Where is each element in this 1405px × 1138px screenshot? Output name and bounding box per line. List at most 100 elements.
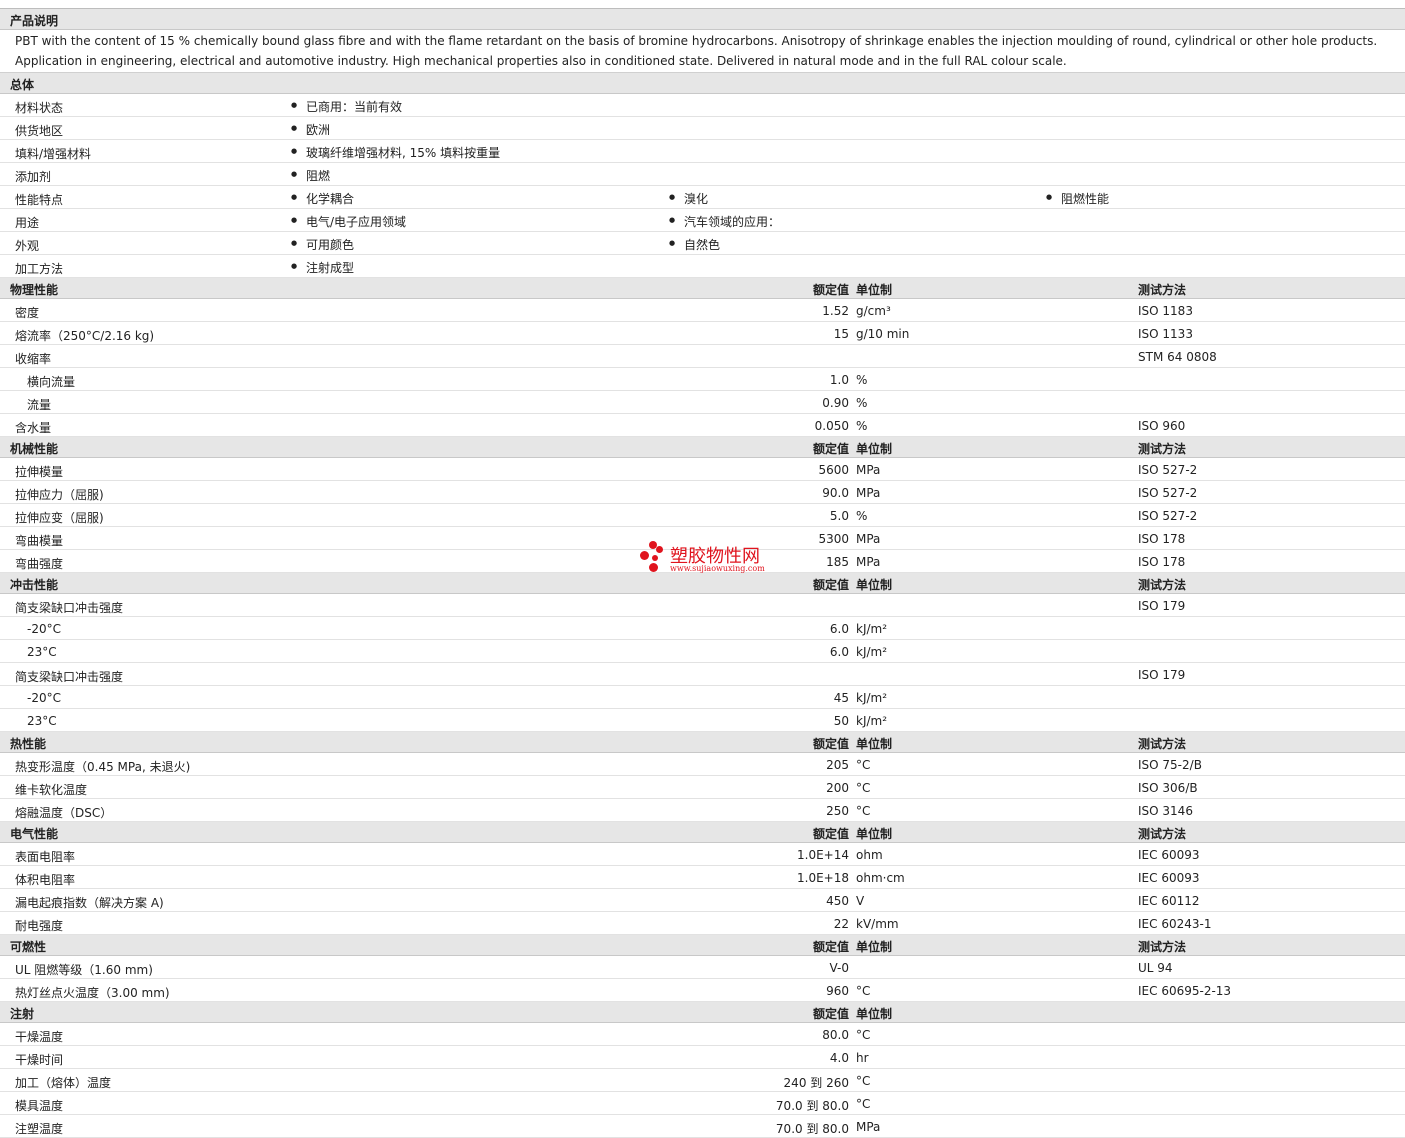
test-method: ISO 1183 bbox=[1138, 304, 1193, 318]
property-value: 960 bbox=[826, 984, 849, 998]
property-row: 表面电阻率 1.0E+14 ohm IEC 60093 bbox=[0, 843, 1405, 866]
property-value: 45 bbox=[833, 691, 849, 705]
property-row: 拉伸应力（屈服) 90.0 MPa ISO 527-2 bbox=[0, 481, 1405, 504]
section-header-description: 产品说明 bbox=[0, 9, 1405, 30]
property-row: UL 阻燃等级（1.60 mm) V-0 UL 94 bbox=[0, 956, 1405, 979]
property-value: 450 bbox=[826, 894, 849, 908]
property-value: 70.0 到 80.0 bbox=[775, 1099, 849, 1113]
bullet-item: 欧洲 bbox=[291, 121, 330, 138]
test-method: ISO 3146 bbox=[1138, 804, 1193, 818]
property-name: 表面电阻率 bbox=[15, 850, 76, 864]
property-unit: °C bbox=[856, 1074, 871, 1088]
general-row: 添加剂 阻燃 bbox=[0, 163, 1405, 186]
section-title: 总体 bbox=[10, 78, 35, 92]
section-title: 可燃性 bbox=[10, 940, 47, 954]
property-value: V-0 bbox=[829, 961, 849, 975]
property-unit: °C bbox=[856, 804, 871, 818]
bullet-item: 玻璃纤维增强材料, 15% 填料按重量 bbox=[291, 144, 500, 161]
property-name: 23°C bbox=[27, 714, 57, 728]
property-value: 0.90 bbox=[822, 396, 849, 410]
column-header-unit: 单位制 bbox=[856, 737, 893, 751]
property-name: 干燥时间 bbox=[15, 1053, 64, 1067]
property-value: 0.050 bbox=[814, 419, 849, 433]
bullet-item: 注射成型 bbox=[291, 259, 354, 276]
property-value: 185 bbox=[826, 555, 849, 569]
section-header: 物理性能 额定值 单位制 测试方法 bbox=[0, 278, 1405, 299]
property-value: 1.52 bbox=[822, 304, 849, 318]
row-label: 材料状态 bbox=[15, 101, 64, 115]
property-unit: °C bbox=[856, 758, 871, 772]
column-header-value: 额定值 bbox=[812, 283, 849, 297]
test-method: UL 94 bbox=[1138, 961, 1173, 975]
property-unit: MPa bbox=[856, 486, 881, 500]
property-row: 简支梁缺口冲击强度 ISO 179 bbox=[0, 663, 1405, 686]
property-value: 240 到 260 bbox=[783, 1076, 849, 1090]
property-name: -20°C bbox=[27, 691, 61, 705]
property-value: 80.0 bbox=[822, 1028, 849, 1042]
property-row: 简支梁缺口冲击强度 ISO 179 bbox=[0, 594, 1405, 617]
property-name: 简支梁缺口冲击强度 bbox=[15, 601, 124, 615]
test-method: ISO 179 bbox=[1138, 668, 1186, 682]
property-row: 注塑温度 70.0 到 80.0 MPa bbox=[0, 1115, 1405, 1138]
bullet-item: 汽车领域的应用： bbox=[669, 213, 780, 230]
property-name: -20°C bbox=[27, 622, 61, 636]
property-value: 5300 bbox=[818, 532, 849, 546]
column-header-unit: 单位制 bbox=[856, 1007, 893, 1021]
property-row: -20°C 6.0 kJ/m² bbox=[0, 617, 1405, 640]
property-name: 体积电阻率 bbox=[15, 873, 76, 887]
column-header-value: 额定值 bbox=[812, 1007, 849, 1021]
property-row: 模具温度 70.0 到 80.0 °C bbox=[0, 1092, 1405, 1115]
general-rows: 材料状态 已商用：当前有效供货地区 欧洲填料/增强材料 玻璃纤维增强材料, 15% 填… bbox=[0, 94, 1405, 278]
property-row: -20°C 45 kJ/m² bbox=[0, 686, 1405, 709]
property-unit: MPa bbox=[856, 555, 881, 569]
property-row: 密度 1.52 g/cm³ ISO 1183 bbox=[0, 299, 1405, 322]
property-value: 205 bbox=[826, 758, 849, 772]
property-value: 6.0 bbox=[829, 622, 849, 636]
bullet-item: 阻燃性能 bbox=[1046, 190, 1109, 207]
test-method: ISO 960 bbox=[1138, 419, 1186, 433]
column-header-method: 测试方法 bbox=[1138, 283, 1187, 297]
top-border bbox=[0, 0, 1405, 9]
column-header-value: 额定值 bbox=[812, 737, 849, 751]
section-title: 冲击性能 bbox=[10, 578, 59, 592]
bullet-item: 可用颜色 bbox=[291, 236, 354, 253]
section-header: 热性能 额定值 单位制 测试方法 bbox=[0, 732, 1405, 753]
section-title: 机械性能 bbox=[10, 442, 59, 456]
column-header-method: 测试方法 bbox=[1138, 578, 1187, 592]
test-method: ISO 527-2 bbox=[1138, 509, 1198, 523]
property-name: 干燥温度 bbox=[15, 1030, 64, 1044]
row-label: 添加剂 bbox=[15, 170, 52, 184]
section-title: 物理性能 bbox=[10, 283, 59, 297]
property-name: 简支梁缺口冲击强度 bbox=[15, 670, 124, 684]
section-header: 注射 额定值 单位制 bbox=[0, 1002, 1405, 1023]
property-name: 横向流量 bbox=[27, 375, 76, 389]
general-row: 用途 电气/电子应用领域 汽车领域的应用： bbox=[0, 209, 1405, 232]
property-name: 含水量 bbox=[15, 421, 52, 435]
logo-dot-icon bbox=[656, 546, 663, 553]
property-row: 熔流率（250°C/2.16 kg) 15 g/10 min ISO 1133 bbox=[0, 322, 1405, 345]
property-name: 23°C bbox=[27, 645, 57, 659]
property-unit: kJ/m² bbox=[856, 714, 888, 728]
property-value: 1.0 bbox=[829, 373, 849, 387]
property-unit: kV/mm bbox=[856, 917, 899, 931]
property-name: 维卡软化温度 bbox=[15, 783, 88, 797]
row-label: 外观 bbox=[15, 239, 40, 253]
test-method: ISO 179 bbox=[1138, 599, 1186, 613]
property-unit: g/10 min bbox=[856, 327, 910, 341]
column-header-unit: 单位制 bbox=[856, 442, 893, 456]
property-unit: kJ/m² bbox=[856, 645, 888, 659]
property-row: 23°C 50 kJ/m² bbox=[0, 709, 1405, 732]
property-value: 70.0 到 80.0 bbox=[775, 1122, 849, 1136]
property-name: 模具温度 bbox=[15, 1099, 64, 1113]
row-label: 填料/增强材料 bbox=[15, 147, 92, 161]
test-method: ISO 527-2 bbox=[1138, 463, 1198, 477]
property-value: 90.0 bbox=[822, 486, 849, 500]
test-method: ISO 75-2/B bbox=[1138, 758, 1202, 772]
property-unit: kJ/m² bbox=[856, 691, 888, 705]
test-method: ISO 1133 bbox=[1138, 327, 1193, 341]
watermark-url: www.sujiaowuxing.com bbox=[670, 564, 765, 573]
property-row: 热变形温度（0.45 MPa, 未退火) 205 °C ISO 75-2/B bbox=[0, 753, 1405, 776]
test-method: ISO 178 bbox=[1138, 532, 1186, 546]
general-row: 材料状态 已商用：当前有效 bbox=[0, 94, 1405, 117]
property-unit: °C bbox=[856, 984, 871, 998]
